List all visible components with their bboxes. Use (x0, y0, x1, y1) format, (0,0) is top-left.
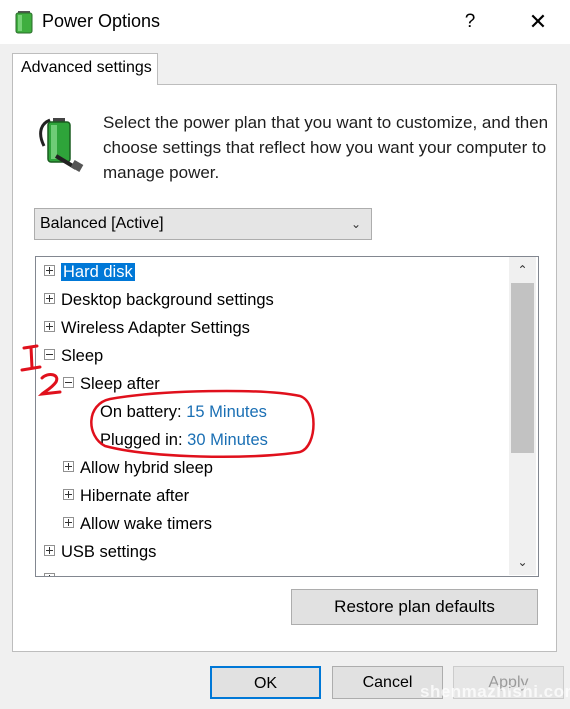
tree-item-label: Allow hybrid sleep (80, 459, 213, 477)
tree-item-hard-disk[interactable]: Hard disk (44, 259, 135, 285)
power-plan-dropdown[interactable]: Balanced [Active] ⌄ (34, 208, 372, 240)
tree-item-label: Sleep after (80, 375, 160, 393)
tree-item-sleep-after[interactable]: Sleep after (63, 371, 160, 397)
restore-plan-defaults-button[interactable]: Restore plan defaults (291, 589, 538, 625)
tree-item-label: Sleep (61, 347, 104, 365)
plugged-in-label: Plugged in: (100, 431, 183, 449)
tree-item-hibernate-after[interactable]: Hibernate after (63, 483, 189, 509)
tree-item-label: Hibernate after (80, 487, 190, 505)
scroll-thumb[interactable] (511, 283, 534, 453)
watermark: shenmazhishi.com (420, 682, 570, 701)
tree-item-label: Allow wake timers (80, 515, 213, 533)
expand-icon[interactable] (44, 293, 55, 305)
tab-advanced-settings[interactable]: Advanced settings (12, 53, 158, 85)
tree-item-usb-settings[interactable]: USB settings (44, 539, 156, 565)
tree-item-on-battery[interactable]: On battery: 15 Minutes (100, 399, 267, 425)
window-title: Power Options (42, 11, 161, 31)
scroll-up-arrow-icon[interactable]: ⌃ (509, 259, 536, 281)
tree-item-partial[interactable] (44, 567, 61, 576)
expand-icon[interactable] (44, 265, 55, 277)
settings-tree[interactable]: Hard disk Desktop background settings Wi… (35, 256, 539, 577)
tree-item-label: USB settings (61, 543, 157, 561)
on-battery-value[interactable]: 15 Minutes (186, 403, 267, 421)
tree-item-wireless-adapter[interactable]: Wireless Adapter Settings (44, 315, 250, 341)
tree-item-desktop-background[interactable]: Desktop background settings (44, 287, 274, 313)
power-options-icon (15, 11, 33, 34)
battery-plug-icon (39, 118, 84, 172)
expand-icon[interactable] (44, 545, 55, 557)
collapse-icon[interactable] (44, 349, 55, 361)
tree-item-label: Wireless Adapter Settings (61, 319, 250, 337)
expand-icon[interactable] (63, 461, 74, 473)
on-battery-label: On battery: (100, 403, 182, 421)
plugged-in-value[interactable]: 30 Minutes (187, 431, 268, 449)
instructions-text: Select the power plan that you want to c… (103, 113, 549, 182)
scroll-down-arrow-icon[interactable]: ⌄ (509, 551, 536, 573)
power-plan-value: Balanced [Active] (40, 215, 164, 232)
collapse-icon[interactable] (63, 377, 74, 389)
tree-item-plugged-in[interactable]: Plugged in: 30 Minutes (100, 427, 268, 453)
title-bar: Power Options ? ✕ (0, 0, 570, 44)
tree-item-allow-hybrid-sleep[interactable]: Allow hybrid sleep (63, 455, 213, 481)
chevron-down-icon: ⌄ (350, 217, 361, 231)
ok-button[interactable]: OK (210, 666, 321, 699)
help-button[interactable]: ? (458, 8, 482, 36)
expand-icon[interactable] (63, 489, 74, 501)
tree-item-sleep[interactable]: Sleep (44, 343, 103, 369)
tree-item-label: Hard disk (61, 263, 135, 281)
tree-scrollbar[interactable]: ⌃ ⌄ (509, 257, 536, 575)
expand-icon[interactable] (44, 321, 55, 333)
expand-icon[interactable] (44, 573, 55, 576)
close-button[interactable]: ✕ (522, 8, 554, 36)
tree-item-allow-wake-timers[interactable]: Allow wake timers (63, 511, 212, 537)
tree-item-label: Desktop background settings (61, 291, 274, 309)
expand-icon[interactable] (63, 517, 74, 529)
